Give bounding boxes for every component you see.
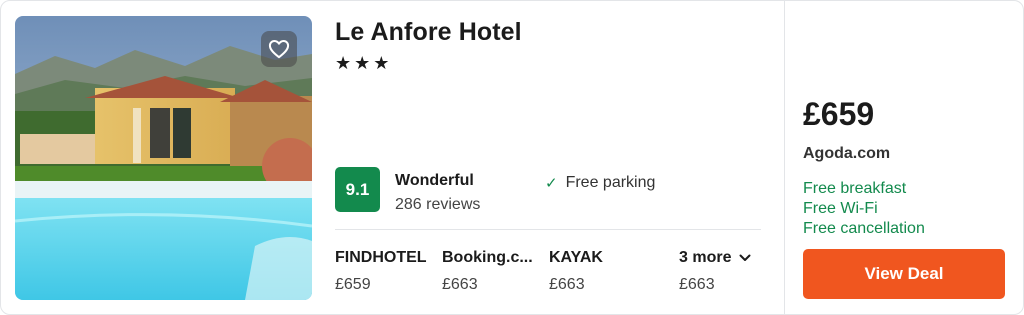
review-count: 286 reviews xyxy=(395,196,481,213)
amenity-label: Free parking xyxy=(565,174,656,191)
provider-kayak[interactable]: KAYAK £663 xyxy=(549,249,603,294)
deal-perks: Free breakfast Free Wi-Fi Free cancellat… xyxy=(803,179,925,239)
favorite-button[interactable] xyxy=(261,31,297,67)
perk-free-wifi: Free Wi-Fi xyxy=(803,200,878,217)
deal-provider: Agoda.com xyxy=(803,145,891,162)
provider-price: £659 xyxy=(335,276,371,293)
rating-word: Wonderful xyxy=(395,172,474,189)
view-deal-button[interactable]: View Deal xyxy=(803,249,1005,299)
provider-name: KAYAK xyxy=(549,249,603,266)
star-rating: ★★★ xyxy=(335,53,393,73)
more-providers-toggle[interactable]: 3 more £663 xyxy=(679,249,751,294)
score-badge: 9.1 xyxy=(335,167,380,212)
hotel-name[interactable]: Le Anfore Hotel xyxy=(335,18,522,47)
column-divider xyxy=(784,1,785,314)
divider xyxy=(335,229,761,230)
more-providers-label: 3 more xyxy=(679,249,732,266)
chevron-down-icon xyxy=(739,254,751,261)
check-icon: ✓ xyxy=(545,175,558,192)
provider-booking[interactable]: Booking.c... £663 xyxy=(442,249,533,294)
provider-name: Booking.c... xyxy=(442,249,533,266)
more-providers-label-row: 3 more xyxy=(679,249,751,267)
provider-name: FINDHOTEL xyxy=(335,249,427,266)
hotel-result-card: Le Anfore Hotel ★★★ 9.1 Wonderful 286 re… xyxy=(0,0,1024,315)
deal-price: £659 xyxy=(803,96,875,132)
perk-free-breakfast: Free breakfast xyxy=(803,180,907,197)
provider-price: £663 xyxy=(442,276,478,293)
perk-free-cancellation: Free cancellation xyxy=(803,220,925,237)
amenity-free-parking: ✓ Free parking xyxy=(545,174,655,192)
heart-outline-icon xyxy=(268,40,290,59)
provider-findhotel[interactable]: FINDHOTEL £659 xyxy=(335,249,427,294)
provider-price: £663 xyxy=(549,276,585,293)
provider-price: £663 xyxy=(679,276,715,293)
